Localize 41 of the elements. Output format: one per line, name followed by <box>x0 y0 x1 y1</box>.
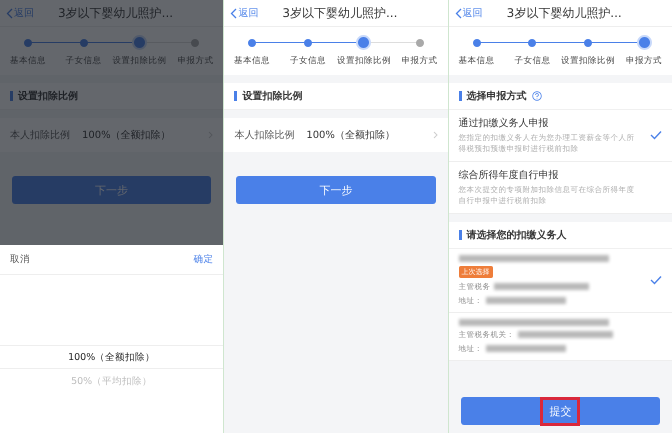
section-title: 选择申报方式 <box>466 89 527 103</box>
step-label: 申报方式 <box>177 55 214 67</box>
submit-button[interactable]: 提交 <box>460 397 660 425</box>
back-link[interactable]: 返回 <box>6 6 58 20</box>
picker-option[interactable]: 50%（平均扣除） <box>0 369 224 393</box>
page-title: 3岁以下婴幼儿照护... <box>506 4 622 22</box>
cancel-button[interactable]: 取消 <box>10 253 30 266</box>
confirm-button[interactable]: 确定 <box>193 253 214 266</box>
step-label: 基本信息 <box>458 55 495 67</box>
section-title: 请选择您的扣缴义务人 <box>466 228 567 242</box>
chevron-left-icon <box>454 8 462 18</box>
row-label: 本人扣除比例 <box>234 128 294 142</box>
option-title: 通过扣缴义务人申报 <box>458 116 550 130</box>
step-label: 基本信息 <box>234 55 270 67</box>
help-icon <box>532 91 542 101</box>
page-title: 3岁以下婴幼儿照护... <box>282 4 398 22</box>
row-value: 100%（全额扣除） <box>306 128 396 142</box>
back-link[interactable]: 返回 <box>454 6 507 20</box>
ratio-row[interactable]: 本人扣除比例 100%（全额扣除） <box>224 118 448 152</box>
ratio-row[interactable]: 本人扣除比例 100%（全额扣除） <box>0 118 224 152</box>
step-label: 设置扣除比例 <box>336 55 391 67</box>
next-button[interactable]: 下一步 <box>236 176 436 204</box>
step-label: 设置扣除比例 <box>112 55 167 67</box>
picker-option[interactable]: 100%（全额扣除） <box>0 345 224 369</box>
row-label: 本人扣除比例 <box>10 128 70 142</box>
step-label: 申报方式 <box>402 55 438 67</box>
section-title: 设置扣除比例 <box>18 90 78 103</box>
chevron-left-icon <box>230 8 238 18</box>
step-label: 子女信息 <box>290 55 326 67</box>
section-title: 设置扣除比例 <box>242 90 302 103</box>
step-label: 子女信息 <box>514 55 550 67</box>
option-title: 综合所得年度自行申报 <box>458 168 560 182</box>
step-label: 基本信息 <box>10 55 46 67</box>
chevron-left-icon <box>6 8 13 18</box>
row-value: 100%（全额扣除） <box>82 128 172 142</box>
chevron-right-icon <box>432 131 438 139</box>
back-link[interactable]: 返回 <box>230 6 282 20</box>
step-label: 申报方式 <box>626 55 662 67</box>
step-label: 子女信息 <box>66 55 102 67</box>
page-title: 3岁以下婴幼儿照护... <box>58 4 174 22</box>
step-label: 设置扣除比例 <box>561 55 616 67</box>
